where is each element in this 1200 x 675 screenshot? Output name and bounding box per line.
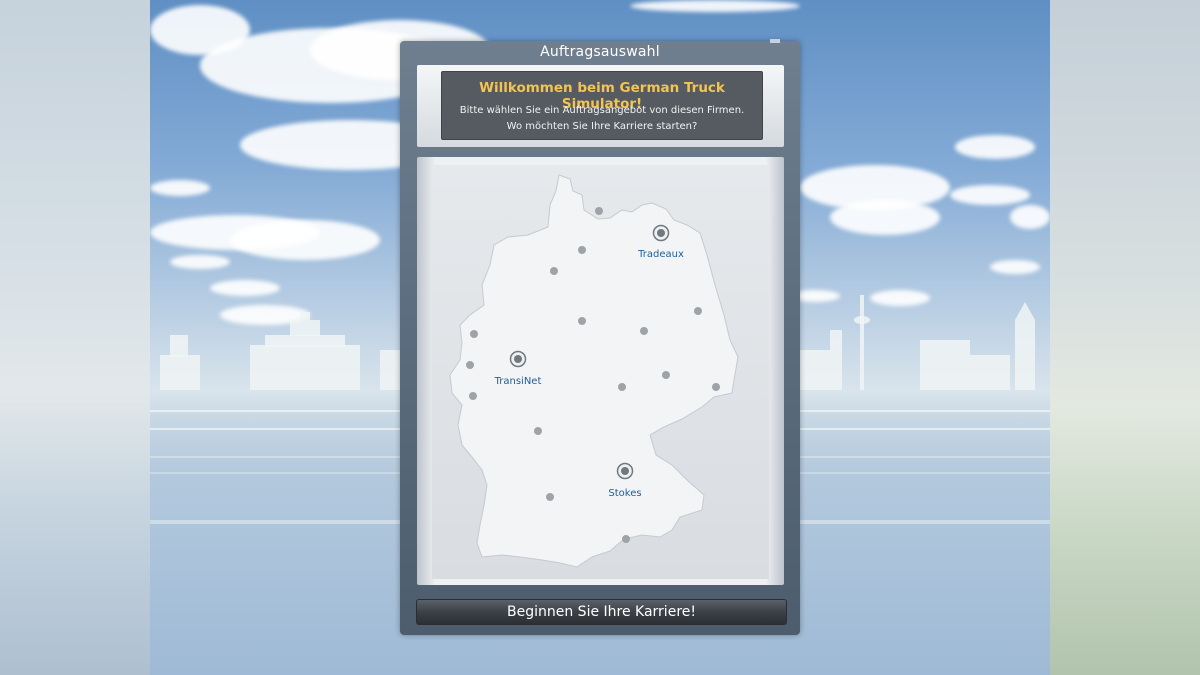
start-career-button[interactable]: Beginnen Sie Ihre Karriere! <box>416 599 787 625</box>
company-label-transinet[interactable]: TransiNet <box>494 376 542 387</box>
city-dot-icon[interactable] <box>469 392 477 400</box>
city-dot-icon[interactable] <box>595 207 603 215</box>
germany-outline <box>449 174 739 568</box>
company-label-stokes[interactable]: Stokes <box>608 488 641 499</box>
background-right-strip <box>1050 0 1200 675</box>
germany-map-svg: Tradeaux TransiNet Stokes <box>449 174 739 568</box>
city-dot-icon[interactable] <box>618 383 626 391</box>
city-dot-icon[interactable] <box>622 535 630 543</box>
company-label-tradeaux[interactable]: Tradeaux <box>637 249 684 260</box>
city-dot-icon[interactable] <box>534 427 542 435</box>
city-dot-icon[interactable] <box>578 317 586 325</box>
city-dot-icon[interactable] <box>694 307 702 315</box>
city-dot-icon[interactable] <box>466 361 474 369</box>
job-selection-window: Auftragsauswahl Willkommen beim German T… <box>400 39 800 635</box>
city-dot-icon[interactable] <box>712 383 720 391</box>
window-title: Auftragsauswahl <box>540 44 660 60</box>
welcome-instruction: Bitte wählen Sie ein Auftragsangebot von… <box>459 105 745 116</box>
germany-map: Tradeaux TransiNet Stokes <box>432 165 769 579</box>
welcome-question: Wo möchten Sie Ihre Karriere starten? <box>506 121 698 132</box>
welcome-message-box: Willkommen beim German Truck Simulator! … <box>441 71 763 140</box>
background-left-strip <box>0 0 150 675</box>
city-skyline-right <box>800 295 1035 390</box>
welcome-panel: Willkommen beim German Truck Simulator! … <box>417 65 784 147</box>
city-dot-icon[interactable] <box>470 330 478 338</box>
city-dot-icon[interactable] <box>640 327 648 335</box>
city-dot-icon[interactable] <box>578 246 586 254</box>
city-dot-icon[interactable] <box>550 267 558 275</box>
city-dot-icon[interactable] <box>546 493 554 501</box>
city-skyline-left <box>160 312 400 390</box>
map-panel: Tradeaux TransiNet Stokes <box>417 157 784 585</box>
city-dot-icon[interactable] <box>662 371 670 379</box>
